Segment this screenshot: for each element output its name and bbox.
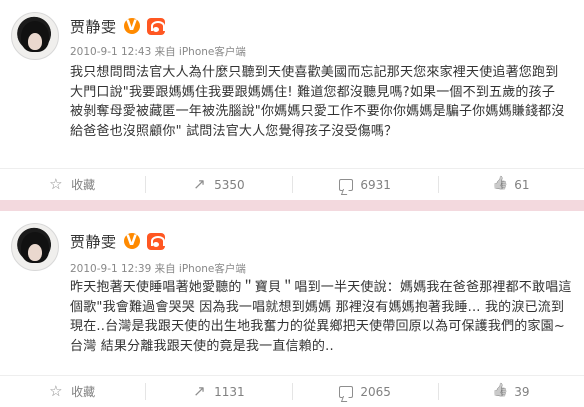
post-meta: 2010-9-1 12:43 来自 iPhone客户端 — [70, 46, 246, 58]
post-meta: 2010-9-1 12:39 来自 iPhone客户端 — [70, 263, 246, 275]
avatar-face — [28, 244, 42, 261]
avatar-face — [28, 33, 42, 50]
comment-button[interactable]: 6931 — [293, 178, 438, 192]
share-count: 1131 — [214, 384, 245, 399]
like-button[interactable]: 61 — [439, 178, 584, 192]
post-divider — [0, 200, 584, 211]
like-count: 39 — [514, 384, 530, 399]
comment-icon — [339, 385, 354, 398]
like-count: 61 — [514, 177, 530, 192]
favorite-label: 收藏 — [71, 385, 96, 399]
username[interactable]: 贾静雯 — [70, 16, 117, 37]
avatar[interactable] — [11, 12, 59, 60]
post-actions: 收藏 5350 6931 61 — [0, 168, 584, 200]
post-content: 我只想問問法官大人為什麼只聽到天使喜歡美國而忘記那天您來家裡天使追著您跑到大門口… — [70, 65, 565, 139]
share-button[interactable]: 5350 — [146, 177, 291, 192]
favorite-label: 收藏 — [71, 178, 96, 192]
share-icon — [193, 384, 207, 399]
comment-icon — [339, 178, 354, 191]
post-content: 昨天抱著天使睡唱著她愛聽的＂寶貝＂唱到一半天使說：媽媽我在爸爸那裡都不敢唱這個歌… — [70, 280, 572, 354]
avatar[interactable] — [11, 223, 59, 271]
comment-button[interactable]: 2065 — [293, 385, 438, 399]
favorite-button[interactable]: 收藏 — [0, 383, 145, 400]
star-icon — [49, 177, 64, 192]
username[interactable]: 贾静雯 — [70, 231, 117, 252]
share-button[interactable]: 1131 — [146, 384, 291, 399]
member-icon — [146, 232, 165, 250]
thumbs-up-icon — [493, 385, 507, 399]
favorite-button[interactable]: 收藏 — [0, 176, 145, 193]
member-icon — [146, 17, 165, 35]
share-count: 5350 — [214, 177, 245, 192]
weibo-post: 贾静雯 V 2010-9-1 12:43 来自 iPhone客户端 我只想問問法… — [0, 0, 584, 200]
share-icon — [193, 177, 207, 192]
user-row: 贾静雯 V — [70, 14, 165, 38]
post-actions: 收藏 1131 2065 39 — [0, 375, 584, 407]
comment-count: 6931 — [360, 177, 391, 192]
thumbs-up-icon — [493, 178, 507, 192]
verified-badge-icon: V — [123, 233, 140, 249]
verified-badge-icon: V — [123, 18, 140, 34]
user-row: 贾静雯 V — [70, 229, 165, 253]
weibo-post: 贾静雯 V 2010-9-1 12:39 来自 iPhone客户端 昨天抱著天使… — [0, 211, 584, 407]
like-button[interactable]: 39 — [439, 385, 584, 399]
star-icon — [49, 384, 64, 399]
comment-count: 2065 — [360, 384, 391, 399]
